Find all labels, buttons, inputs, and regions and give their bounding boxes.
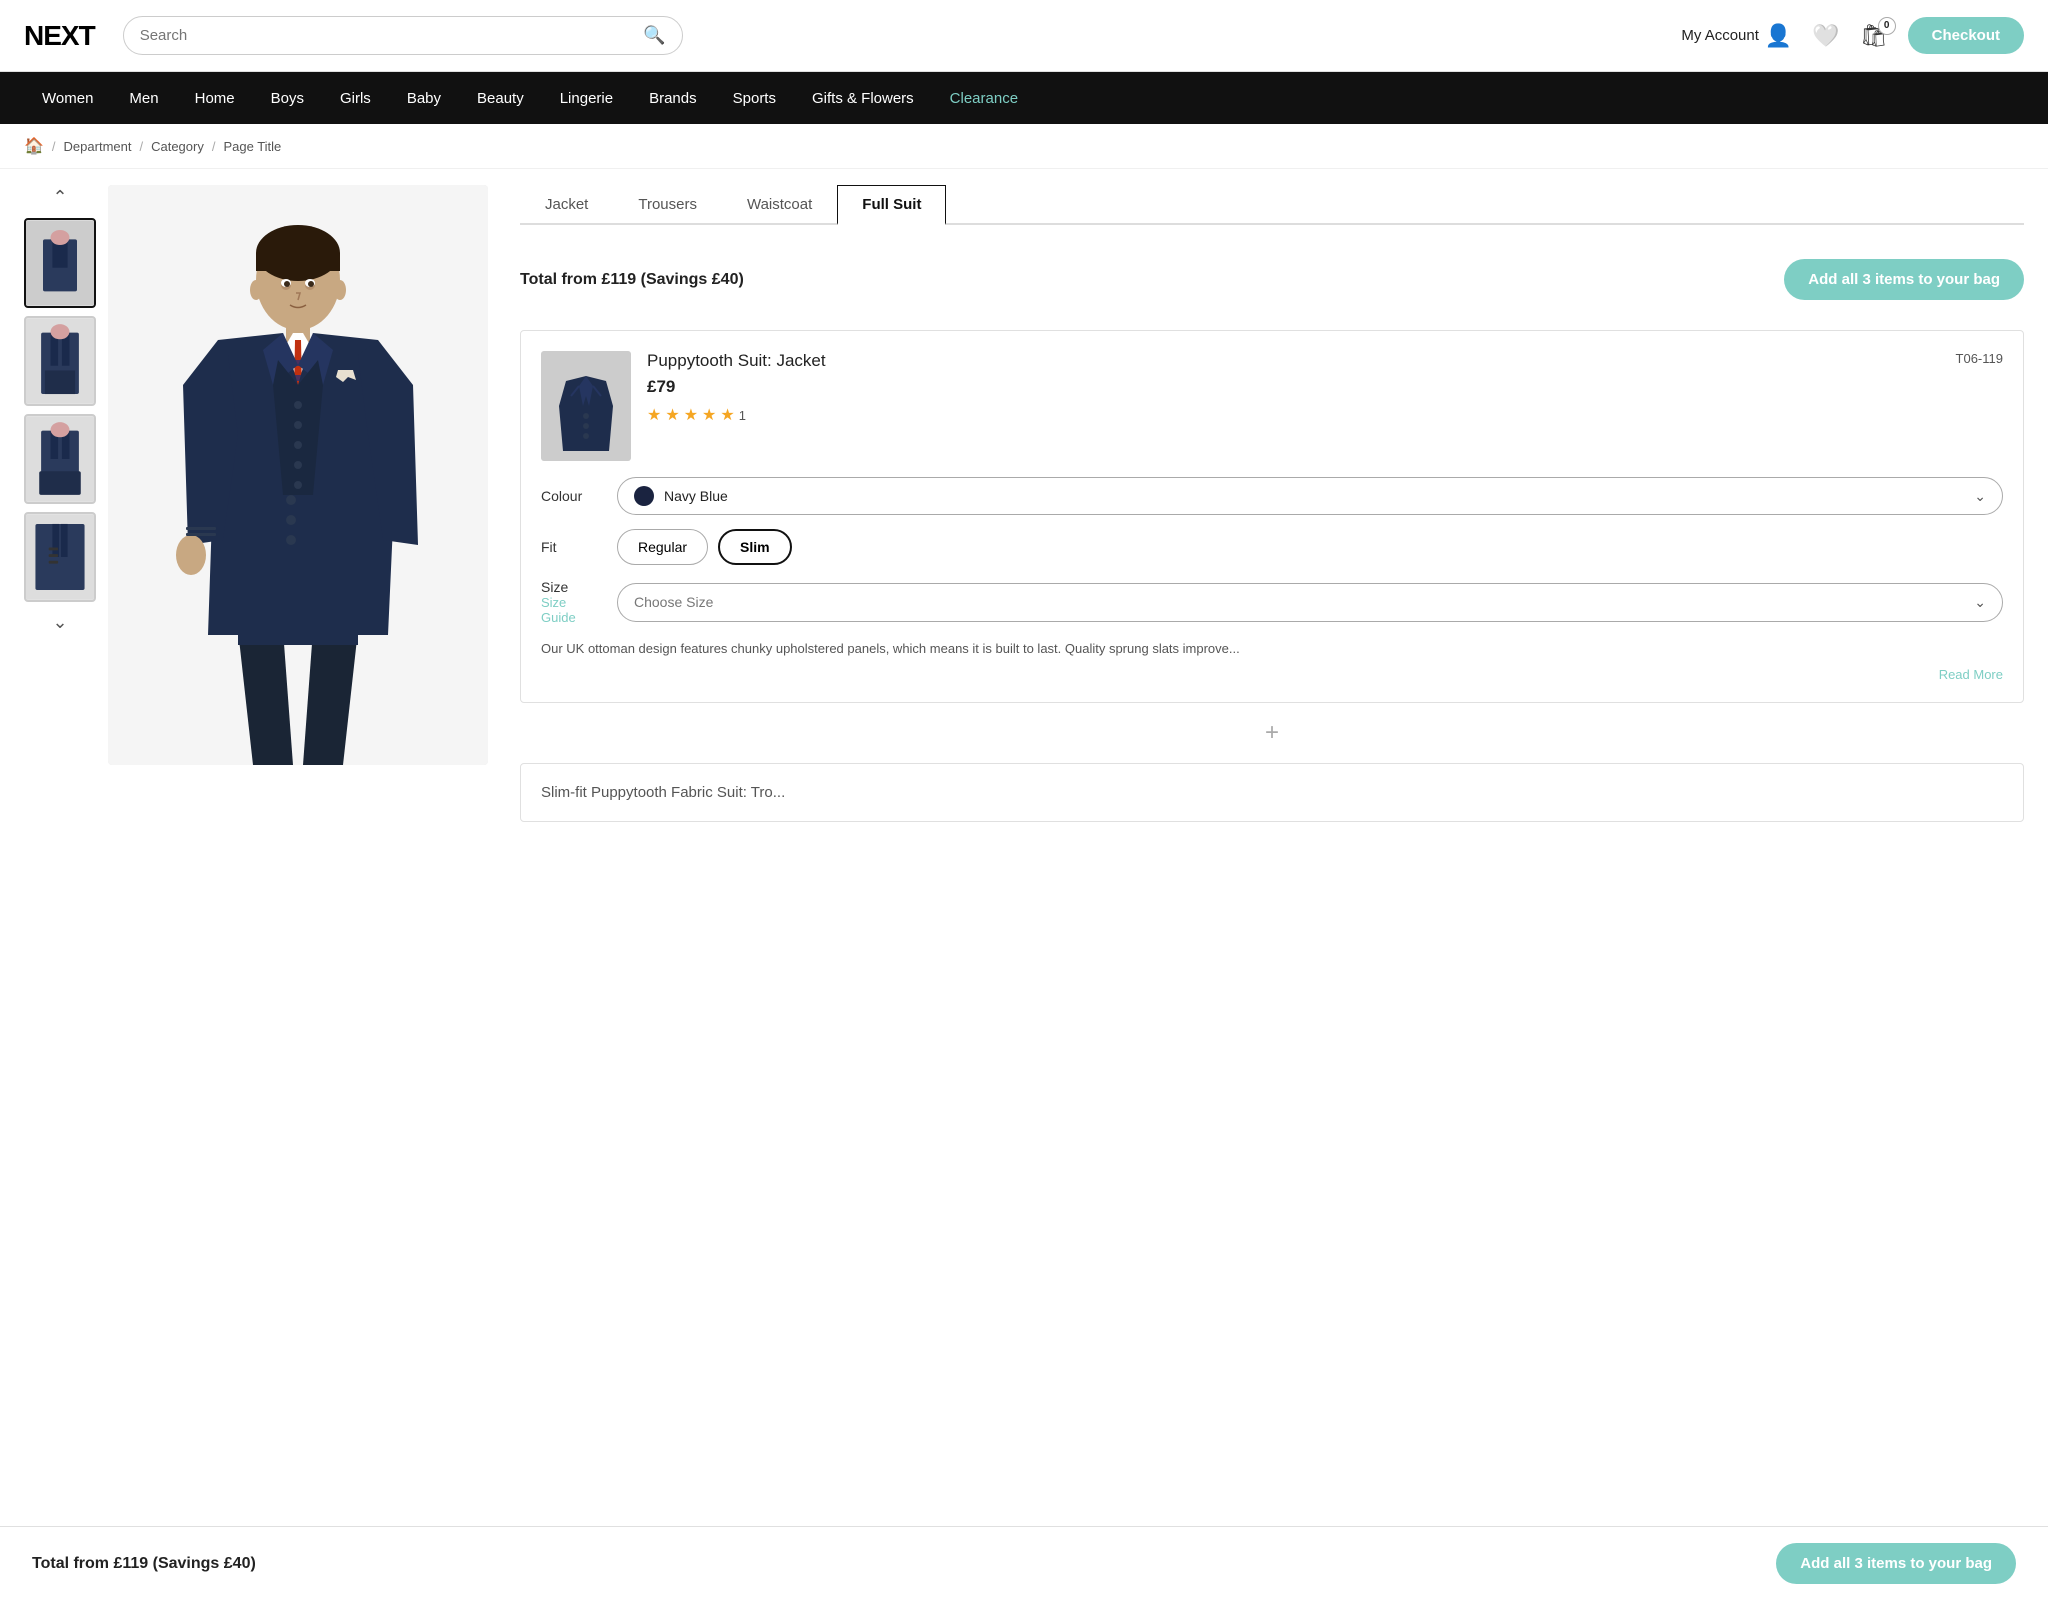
thumb-down-nav[interactable]: ⌄ [24,610,96,635]
nav-item-beauty[interactable]: Beauty [459,72,542,124]
wishlist-icon[interactable]: 🤍 [1812,23,1839,49]
nav-item-boys[interactable]: Boys [253,72,322,124]
header: NEXT 🔍 My Account 👤 🤍 🛍 0 Checkout [0,0,2048,72]
next-product-name: Slim-fit Puppytooth Fabric Suit: Tro... [541,784,785,801]
thumbnail-4[interactable] [24,512,96,602]
product-details: Jacket Trousers Waistcoat Full Suit Tota… [520,185,2024,822]
search-icon: 🔍 [643,25,665,46]
search-bar[interactable]: 🔍 [123,16,683,55]
product-info: Puppytooth Suit: Jacket £79 ★ ★ ★ ★ ★ 1 [647,351,2003,461]
fit-options: Regular Slim [617,529,792,565]
breadcrumb-sep-3: / [212,139,216,154]
size-guide-link[interactable]: Size Guide [541,595,601,625]
size-dropdown[interactable]: Choose Size ⌄ [617,583,2003,622]
bag-icon-wrap[interactable]: 🛍 0 [1860,23,1888,49]
colour-name: Navy Blue [664,488,728,504]
sticky-add-all-button[interactable]: Add all 3 items to your bag [1776,1543,2016,1584]
nav-item-sports[interactable]: Sports [715,72,794,124]
product-meta: Puppytooth Suit: Jacket £79 ★ ★ ★ ★ ★ 1 [647,351,2003,425]
star-half: ★ [720,405,734,425]
tab-full-suit[interactable]: Full Suit [837,185,946,225]
star-1: ★ [647,405,661,425]
plus-separator: + [520,719,2024,747]
logo: NEXT [24,20,95,52]
product-tabs: Jacket Trousers Waistcoat Full Suit [520,185,2024,225]
thumbnail-2[interactable] [24,316,96,406]
product-stars: ★ ★ ★ ★ ★ 1 [647,405,826,425]
nav-item-lingerie[interactable]: Lingerie [542,72,631,124]
star-2: ★ [665,405,679,425]
tab-trousers[interactable]: Trousers [613,185,722,225]
my-account[interactable]: My Account 👤 [1681,23,1792,49]
size-chevron-icon: ⌄ [1974,594,1986,611]
product-card-trousers-partial: Slim-fit Puppytooth Fabric Suit: Tro... [520,763,2024,822]
main-content: ⌃ [0,169,2048,838]
nav-item-clearance[interactable]: Clearance [932,72,1036,124]
main-product-image [108,185,488,765]
thumbnails: ⌃ [24,185,96,822]
breadcrumb-sep-2: / [139,139,143,154]
product-name: Puppytooth Suit: Jacket [647,351,826,371]
total-text: Total from £119 (Savings £40) [520,271,744,289]
total-bar: Total from £119 (Savings £40) Add all 3 … [520,245,2024,314]
breadcrumb: 🏠 / Department / Category / Page Title [0,124,2048,169]
add-all-button[interactable]: Add all 3 items to your bag [1784,259,2024,300]
sticky-footer-text: Total from £119 (Savings £40) [32,1555,256,1573]
header-right: My Account 👤 🤍 🛍 0 Checkout [1681,17,2024,54]
size-placeholder: Choose Size [634,594,713,610]
breadcrumb-sep-1: / [52,139,56,154]
star-3: ★ [684,405,698,425]
nav-item-women[interactable]: Women [24,72,111,124]
fit-selector-row: Fit Regular Slim [541,529,2003,565]
nav-item-girls[interactable]: Girls [322,72,389,124]
nav-item-men[interactable]: Men [111,72,176,124]
fit-regular-button[interactable]: Regular [617,529,708,565]
breadcrumb-category[interactable]: Category [151,139,204,154]
my-account-label: My Account [1681,27,1759,44]
breadcrumb-page-title: Page Title [223,139,281,154]
main-nav: Women Men Home Boys Girls Baby Beauty Li… [0,72,2048,124]
sticky-footer: Total from £119 (Savings £40) Add all 3 … [0,1526,2048,1600]
nav-item-brands[interactable]: Brands [631,72,715,124]
search-input[interactable] [140,27,636,44]
checkout-button[interactable]: Checkout [1908,17,2024,54]
account-icon: 👤 [1765,23,1792,49]
nav-item-home[interactable]: Home [177,72,253,124]
fit-slim-button[interactable]: Slim [718,529,792,565]
colour-chevron-icon: ⌄ [1974,488,1986,505]
nav-item-baby[interactable]: Baby [389,72,459,124]
breadcrumb-department[interactable]: Department [64,139,132,154]
tab-waistcoat[interactable]: Waistcoat [722,185,837,225]
size-label-col: Size Size Guide [541,579,601,625]
fit-label: Fit [541,539,601,555]
colour-swatch [634,486,654,506]
thumbnail-3[interactable] [24,414,96,504]
star-4: ★ [702,405,716,425]
home-icon[interactable]: 🏠 [24,136,44,156]
product-thumbnail [541,351,631,461]
thumb-up-nav[interactable]: ⌃ [24,185,96,210]
size-label: Size [541,579,601,595]
product-description: Our UK ottoman design features chunky up… [541,639,2003,659]
bag-count: 0 [1878,17,1896,35]
colour-label: Colour [541,488,601,504]
colour-selector-row: Colour Navy Blue ⌄ [541,477,2003,515]
product-code: T06-119 [1956,351,2003,366]
product-price: £79 [647,377,826,397]
nav-item-gifts[interactable]: Gifts & Flowers [794,72,932,124]
star-count: 1 [739,408,746,423]
product-name-price: Puppytooth Suit: Jacket £79 ★ ★ ★ ★ ★ 1 [647,351,826,425]
colour-dropdown[interactable]: Navy Blue ⌄ [617,477,2003,515]
thumbnail-1[interactable] [24,218,96,308]
size-selector-row: Size Size Guide Choose Size ⌄ [541,579,2003,625]
gallery: ⌃ [24,185,488,822]
product-card-jacket: Puppytooth Suit: Jacket £79 ★ ★ ★ ★ ★ 1 [520,330,2024,703]
product-card-top: Puppytooth Suit: Jacket £79 ★ ★ ★ ★ ★ 1 [541,351,2003,461]
read-more-link[interactable]: Read More [541,667,2003,682]
tab-jacket[interactable]: Jacket [520,185,613,225]
